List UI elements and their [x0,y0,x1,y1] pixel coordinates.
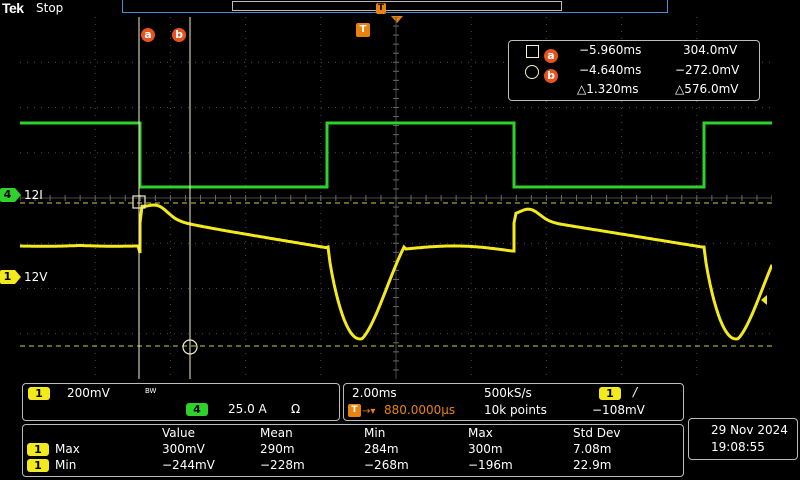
time: 19:08:55 [711,440,765,454]
ch4-scale[interactable]: 25.0 A [228,402,267,416]
record-view-window[interactable] [232,1,562,11]
cursor-b-circle-icon [525,65,539,79]
measurement-header: Value [162,426,195,440]
brand-logo: Tek [2,0,24,16]
record-length: 10k points [484,403,547,417]
ch4-label: 12I [24,188,43,202]
trigger-level[interactable]: −108mV [592,403,645,417]
measurement-value: −228m [260,458,305,472]
acquisition-state[interactable]: Stop [36,1,63,15]
trigger-slope-icon[interactable]: / [633,385,637,399]
cursor-delta-value: △576.0mV [675,82,739,96]
cursor-a-handle[interactable]: a [141,23,155,42]
trigger-position-icon: T [348,404,361,417]
cursor-readout-panel[interactable]: a −5.960ms 304.0mV b −4.640ms −272.0mV △… [508,40,760,101]
trigger-source-badge[interactable]: 1 [599,387,621,400]
trigger-time-label[interactable]: T [356,23,370,37]
cursor-b-time: −4.640ms [579,63,642,77]
ch1-scale[interactable]: 200mV [67,386,110,400]
trigger-delay-arrow-icon: →▾ [362,406,376,417]
ch4-badge: 4 [186,403,208,416]
measurement-value: 22.9m [573,458,612,472]
trigger-level-marker [761,295,767,305]
cursor-a-time: −5.960ms [579,43,642,57]
ch4-termination-icon: Ω [291,402,301,416]
cursor-a-value: 304.0mV [683,43,738,57]
date: 29 Nov 2024 [711,423,788,437]
measurement-value: 300mV [162,442,205,456]
datetime-panel: 29 Nov 2024 19:08:55 [688,418,798,460]
ch1-label: 12V [24,270,48,284]
ch1-badge: 1 [28,387,50,400]
measurement-value: 300m [468,442,503,456]
measurement-value: −268m [364,458,409,472]
measurements-table[interactable]: Value Mean Min Max Std Dev 1 Max 300mV 290m 284m… [22,424,684,477]
cursor-b-handle[interactable]: b [172,23,186,42]
cursor-b-badge: b [544,69,558,83]
measurement-value: 7.08m [573,442,612,456]
cursor-a-badge: a [544,49,558,63]
ch4-marker-tip-icon [15,188,21,202]
vertical-settings-panel[interactable]: 1 200mV BW 4 25.0 A Ω [22,383,340,421]
measurement-value: −244mV [162,458,215,472]
trigger-position-marker[interactable]: T [376,3,386,14]
measurement-value: 284m [364,442,399,456]
measurement-header: Mean [260,426,293,440]
measurement-source-badge: 1 [27,443,49,456]
cursor-delta-time: △1.320ms [577,82,639,96]
ch4-position-marker[interactable]: 4 [0,188,15,202]
cursor-a-square-icon [526,45,539,58]
measurement-header: Min [364,426,386,440]
bandwidth-limit-icon: BW [145,387,157,395]
measurement-header: Max [468,426,493,440]
ch1-marker-tip-icon [15,270,21,284]
measurement-header: Std Dev [573,426,621,440]
measurement-value: 290m [260,442,295,456]
measurement-source-badge: 1 [27,459,49,472]
measurement-name[interactable]: Min [55,458,76,472]
measurement-name[interactable]: Max [55,442,80,456]
sample-rate: 500kS/s [484,386,532,400]
measurement-value: −196m [468,458,513,472]
trigger-position[interactable]: 880.0000µs [384,403,455,417]
horizontal-trigger-panel[interactable]: 2.00ms 500kS/s 1 / T →▾ 880.0000µs 10k p… [343,383,684,421]
timebase[interactable]: 2.00ms [352,386,397,400]
cursor-b-value: −272.0mV [675,63,740,77]
ch1-position-marker[interactable]: 1 [0,270,15,284]
